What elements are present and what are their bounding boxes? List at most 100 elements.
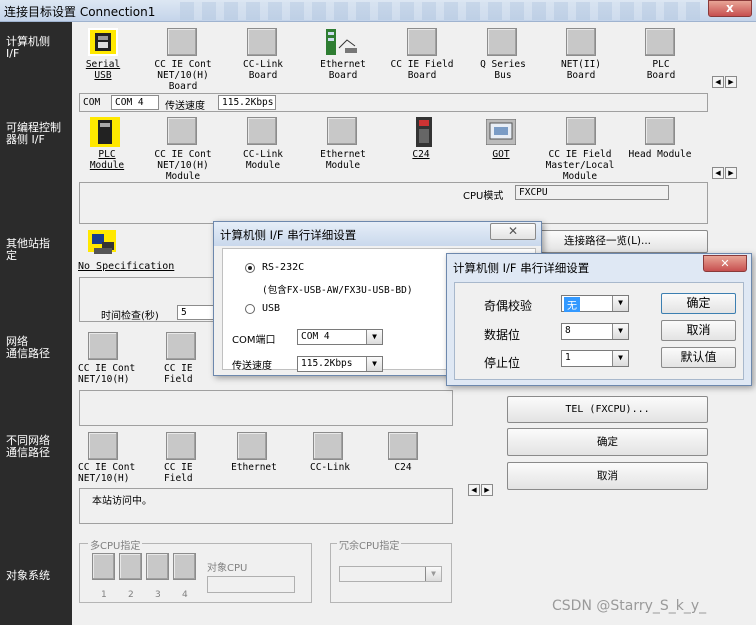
stopbits-value: 1: [565, 352, 571, 363]
diff-scroll-left[interactable]: ◀: [468, 484, 480, 496]
cpu-3-icon[interactable]: [146, 553, 169, 580]
dialog2-title: 计算机侧 I/F 串行详细设置: [453, 261, 590, 275]
speed-value: 115.2Kbps: [218, 95, 276, 110]
ethernet-module-icon[interactable]: [327, 117, 357, 145]
target-cpu-field: [207, 576, 295, 593]
pc-if-scroll-left[interactable]: ◀: [712, 76, 724, 88]
cc-ie-field-board-icon[interactable]: [407, 28, 437, 56]
dialog2-cancel-button[interactable]: 取消: [661, 320, 736, 341]
plc-board-icon[interactable]: [645, 28, 675, 56]
ok-button[interactable]: 确定: [507, 428, 708, 456]
target-cpu-label: 对象CPU: [207, 563, 248, 574]
cpu-4-icon[interactable]: [173, 553, 196, 580]
q-series-bus-icon[interactable]: [487, 28, 517, 56]
c24-module-label[interactable]: C24: [396, 149, 446, 160]
cpu-1-icon[interactable]: [92, 553, 115, 580]
stopbits-select[interactable]: 1 ▼: [561, 350, 629, 367]
dialog2-ok-button[interactable]: 确定: [661, 293, 736, 314]
chevron-down-icon: ▼: [366, 330, 382, 344]
pc-if-scroll-right[interactable]: ▶: [725, 76, 737, 88]
no-specification-icon[interactable]: [88, 230, 120, 258]
cc-ie-cont-module-label: CC IE Cont NET/10(H) Module: [154, 149, 212, 182]
network-cc-ie-cont-icon[interactable]: [88, 332, 118, 360]
chevron-down-icon: ▼: [612, 296, 628, 311]
plc-if-scroll-right[interactable]: ▶: [725, 167, 737, 179]
head-module-icon[interactable]: [645, 117, 675, 145]
cpu-number-4: 4: [182, 590, 188, 600]
sidebar-label-other-station: 其他站指 定: [6, 237, 50, 262]
diff-cc-link-label: CC-Link: [309, 462, 351, 473]
got-icon[interactable]: [485, 118, 517, 146]
com-port-value: COM 4: [301, 331, 330, 342]
time-check-input[interactable]: 5: [177, 305, 215, 320]
redundant-cpu-select: ▼: [339, 566, 442, 582]
diff-cc-ie-field-label: CC IE Field: [164, 462, 193, 484]
baud-rate-select[interactable]: 115.2Kbps ▼: [297, 356, 383, 372]
close-icon: ✕: [720, 257, 730, 270]
diff-c24-label: C24: [394, 462, 412, 473]
watermark: CSDN @Starry_S_k_y_: [552, 598, 707, 614]
serial-usb-icon[interactable]: [88, 28, 118, 56]
rs232c-label: RS-232C: [262, 262, 305, 273]
cpu-number-1: 1: [101, 590, 107, 600]
net2-board-label: NET(II) Board: [560, 59, 602, 81]
sidebar: [0, 22, 72, 625]
parity-value: 无: [564, 297, 580, 312]
cc-ie-cont-module-icon[interactable]: [167, 117, 197, 145]
multi-cpu-label: 多CPU指定: [88, 537, 143, 552]
chevron-down-icon: ▼: [425, 567, 441, 581]
plc-module-label[interactable]: PLC Module: [80, 149, 134, 171]
tel-fxcpu-button[interactable]: TEL (FXCPU)...: [507, 396, 708, 423]
chevron-down-icon: ▼: [612, 351, 628, 366]
net2-board-icon[interactable]: [566, 28, 596, 56]
ethernet-board-label: Ethernet Board: [320, 59, 366, 81]
network-cc-ie-field-icon[interactable]: [166, 332, 196, 360]
usb-radio[interactable]: [245, 304, 255, 314]
cc-link-board-label: CC-Link Board: [242, 59, 284, 81]
sidebar-label-plc-if: 可编程控制 器侧 I/F: [6, 121, 61, 146]
cancel-button[interactable]: 取消: [507, 462, 708, 490]
usb-label: USB: [262, 303, 281, 314]
no-specification-link[interactable]: No Specification: [78, 261, 174, 272]
cpu-number-3: 3: [155, 590, 161, 600]
cc-ie-cont-board-label: CC IE Cont NET/10(H) Board: [154, 59, 212, 92]
diff-cc-link-icon[interactable]: [313, 432, 343, 460]
cc-link-module-icon[interactable]: [247, 117, 277, 145]
plc-if-scroll-left[interactable]: ◀: [712, 167, 724, 179]
diff-c24-icon[interactable]: [388, 432, 418, 460]
diff-cc-ie-field-icon[interactable]: [166, 432, 196, 460]
cc-ie-cont-board-icon[interactable]: [167, 28, 197, 56]
dialog1-close-button[interactable]: ✕: [490, 223, 536, 240]
plc-module-icon[interactable]: [90, 117, 120, 147]
ethernet-board-icon[interactable]: [325, 28, 359, 56]
serial-usb-label[interactable]: Serial USB: [76, 59, 130, 81]
chevron-down-icon: ▼: [612, 324, 628, 339]
diff-cc-ie-cont-icon[interactable]: [88, 432, 118, 460]
chevron-down-icon: ▼: [366, 357, 382, 371]
diff-scroll-right[interactable]: ▶: [481, 484, 493, 496]
databits-select[interactable]: 8 ▼: [561, 323, 629, 340]
dialog1-speed-label: 传送速度: [232, 361, 272, 372]
diff-cc-ie-cont-label: CC IE Cont NET/10(H): [78, 462, 136, 484]
cpu-mode-value: FXCPU: [515, 185, 669, 200]
com-label: COM: [83, 97, 101, 108]
cc-link-board-icon[interactable]: [247, 28, 277, 56]
dialog1-title: 计算机侧 I/F 串行详细设置: [220, 228, 357, 242]
parity-select[interactable]: 无 ▼: [561, 295, 629, 312]
speed-label: 传送速度: [165, 101, 205, 112]
got-label[interactable]: GOT: [476, 149, 526, 160]
c24-module-icon[interactable]: [412, 117, 436, 147]
cpu-2-icon[interactable]: [119, 553, 142, 580]
redundant-cpu-label: 冗余CPU指定: [337, 537, 402, 552]
diff-ethernet-icon[interactable]: [237, 432, 267, 460]
cc-link-module-label: CC-Link Module: [242, 149, 284, 171]
rs232c-radio[interactable]: [245, 263, 255, 273]
com-port-select[interactable]: COM 4 ▼: [297, 329, 383, 345]
window-close-button[interactable]: x: [708, 0, 752, 17]
cc-ie-field-module-icon[interactable]: [566, 117, 596, 145]
cc-ie-field-board-label: CC IE Field Board: [390, 59, 454, 81]
dialog2-close-button[interactable]: ✕: [703, 255, 747, 272]
baud-rate-value: 115.2Kbps: [301, 358, 353, 369]
dialog2-default-button[interactable]: 默认值: [661, 347, 736, 368]
window-title: 连接目标设置 Connection1: [4, 5, 156, 19]
